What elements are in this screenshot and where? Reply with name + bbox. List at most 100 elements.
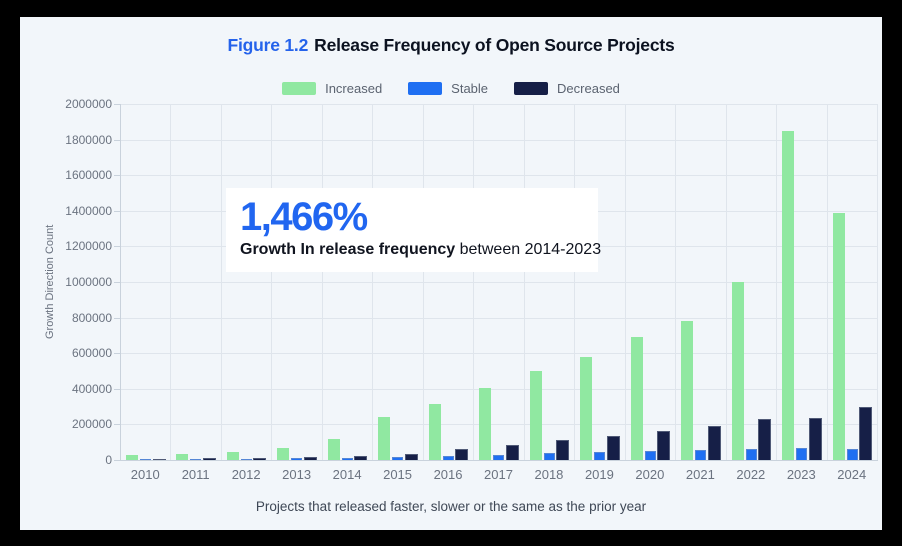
y-tick-mark: [114, 104, 120, 105]
x-tick-label-2019: 2019: [574, 467, 624, 482]
gridline-horizontal: [121, 353, 878, 354]
bar-increased-2022: [732, 282, 744, 460]
bar-increased-2010: [126, 455, 138, 460]
increased-swatch-icon: [282, 82, 316, 95]
y-tick-mark: [114, 140, 120, 141]
x-tick-label-2011: 2011: [170, 467, 220, 482]
x-tick-label-2012: 2012: [221, 467, 271, 482]
gridline-vertical: [221, 104, 222, 460]
y-tick-mark: [114, 282, 120, 283]
x-tick-label-2023: 2023: [776, 467, 826, 482]
gridline-vertical: [271, 104, 272, 460]
bar-increased-2018: [530, 371, 542, 460]
bar-increased-2017: [479, 388, 491, 460]
bar-increased-2014: [328, 439, 340, 460]
bar-increased-2015: [378, 417, 390, 460]
gridline-vertical: [322, 104, 323, 460]
bar-stable-2010: [140, 459, 151, 460]
x-tick-label-2015: 2015: [372, 467, 422, 482]
bar-stable-2021: [695, 450, 706, 460]
bar-decreased-2022: [758, 419, 771, 460]
gridline-horizontal: [121, 282, 878, 283]
gridline-horizontal: [121, 104, 878, 105]
gridline-vertical: [473, 104, 474, 460]
bar-increased-2021: [681, 321, 693, 460]
bar-decreased-2013: [304, 457, 317, 460]
bar-decreased-2014: [354, 456, 367, 460]
bar-decreased-2024: [859, 407, 872, 460]
legend-label: Decreased: [557, 81, 620, 96]
legend-label: Stable: [451, 81, 488, 96]
y-ticks: 2000000180000016000001400000120000010000…: [20, 104, 112, 460]
bar-decreased-2012: [253, 458, 266, 460]
x-tick-label-2016: 2016: [423, 467, 473, 482]
x-tick-label-2014: 2014: [322, 467, 372, 482]
y-tick-label: 1200000: [20, 239, 112, 253]
figure-canvas: Figure 1.2 Release Frequency of Open Sour…: [20, 17, 882, 530]
gridline-vertical: [574, 104, 575, 460]
bar-increased-2023: [782, 131, 794, 460]
bar-increased-2013: [277, 448, 289, 460]
y-tick-mark: [114, 424, 120, 425]
y-tick-label: 2000000: [20, 97, 112, 111]
x-tick-label-2021: 2021: [675, 467, 725, 482]
figure-title-text: Release Frequency of Open Source Project…: [314, 35, 674, 55]
gridline-vertical: [827, 104, 828, 460]
decreased-swatch-icon: [514, 82, 548, 95]
figure-page: { "frame": { "border_color": "#000000", …: [0, 0, 902, 546]
y-tick-label: 0: [20, 453, 112, 467]
y-tick-mark: [114, 353, 120, 354]
bar-increased-2020: [631, 337, 643, 460]
gridline-vertical: [675, 104, 676, 460]
x-axis-labels: 2010201120122013201420152016201720182019…: [120, 467, 877, 483]
x-tick-label-2020: 2020: [625, 467, 675, 482]
bar-decreased-2018: [556, 440, 569, 460]
y-tick-mark: [114, 389, 120, 390]
bar-stable-2018: [544, 453, 555, 460]
bar-stable-2022: [746, 449, 757, 460]
bar-increased-2019: [580, 357, 592, 460]
bar-decreased-2021: [708, 426, 721, 460]
x-tick-label-2018: 2018: [524, 467, 574, 482]
chart-legend: Increased Stable Decreased: [20, 81, 882, 96]
bar-stable-2020: [645, 451, 656, 460]
gridline-horizontal: [121, 175, 878, 176]
legend-item-increased: Increased: [282, 81, 382, 96]
gridline-horizontal: [121, 140, 878, 141]
gridline-vertical: [423, 104, 424, 460]
bar-decreased-2015: [405, 454, 418, 460]
x-tick-label-2024: 2024: [827, 467, 877, 482]
figure-title: Figure 1.2 Release Frequency of Open Sour…: [20, 35, 882, 56]
bar-decreased-2023: [809, 418, 822, 460]
gridline-vertical: [776, 104, 777, 460]
bar-decreased-2010: [153, 459, 166, 460]
bar-decreased-2020: [657, 431, 670, 460]
bar-stable-2024: [847, 449, 858, 460]
legend-item-decreased: Decreased: [514, 81, 620, 96]
bar-stable-2015: [392, 457, 403, 460]
y-tick-label: 400000: [20, 382, 112, 396]
bar-increased-2011: [176, 454, 188, 460]
bar-stable-2014: [342, 458, 353, 460]
bar-increased-2012: [227, 452, 239, 460]
bar-stable-2023: [796, 448, 807, 460]
gridline-vertical: [877, 104, 878, 460]
x-tick-label-2013: 2013: [271, 467, 321, 482]
bar-decreased-2011: [203, 458, 216, 460]
gridline-horizontal: [121, 318, 878, 319]
y-tick-label: 1000000: [20, 275, 112, 289]
y-tick-label: 1400000: [20, 204, 112, 218]
y-tick-mark: [114, 211, 120, 212]
gridline-horizontal: [121, 389, 878, 390]
x-tick-label-2010: 2010: [120, 467, 170, 482]
bar-stable-2013: [291, 458, 302, 460]
y-tick-label: 800000: [20, 311, 112, 325]
bar-stable-2012: [241, 459, 252, 460]
annotation-headline: 1,466%: [240, 196, 584, 239]
figure-number: Figure 1.2: [227, 35, 308, 55]
gridline-vertical: [170, 104, 171, 460]
bar-increased-2024: [833, 213, 845, 460]
gridline-vertical: [372, 104, 373, 460]
y-tick-label: 600000: [20, 346, 112, 360]
x-tick-label-2017: 2017: [473, 467, 523, 482]
